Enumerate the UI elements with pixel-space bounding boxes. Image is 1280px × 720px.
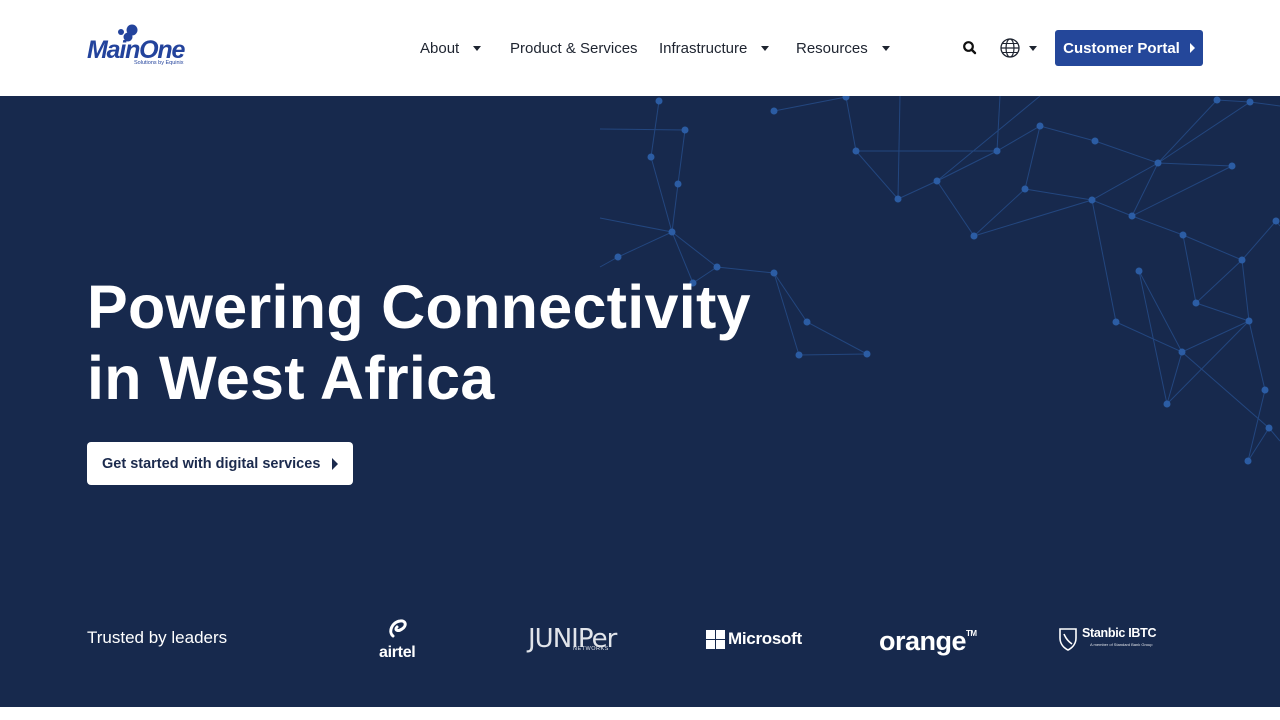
airtel-wordmark: airtel — [379, 644, 416, 661]
nav-item-infrastructure[interactable]: Infrastructure — [659, 0, 770, 96]
stanbic-shield-icon — [1059, 628, 1077, 651]
nav-item-resources[interactable]: Resources — [796, 0, 890, 96]
nav-item-product-services[interactable]: Product & Services — [510, 0, 638, 96]
nav-item-label: About — [420, 39, 460, 57]
search-icon — [963, 41, 977, 55]
microsoft-windows-icon — [706, 629, 725, 649]
stanbic-wordmark: Stanbic IBTC — [1082, 626, 1157, 640]
get-started-button[interactable]: Get started with digital services — [87, 442, 353, 485]
nav-item-label: Resources — [796, 39, 868, 57]
chevron-down-icon — [1029, 45, 1037, 51]
customer-portal-button[interactable]: Customer Portal — [1055, 30, 1203, 66]
hero-title: Powering Connectivity in West Africa — [87, 272, 787, 414]
microsoft-wordmark: Microsoft — [728, 629, 802, 648]
customer-portal-label: Customer Portal — [1063, 39, 1180, 57]
airtel-swirl-icon — [389, 619, 407, 638]
language-selector[interactable] — [999, 36, 1043, 60]
mainone-logo[interactable]: MainOne Solutions by Equinix — [86, 24, 192, 70]
orange-trademark: TM — [966, 629, 977, 638]
chevron-down-icon — [881, 45, 890, 51]
nav-item-label: Infrastructure — [659, 39, 748, 57]
orange-wordmark: orange — [879, 626, 967, 656]
nav-item-about[interactable]: About — [420, 0, 482, 96]
globe-icon — [1000, 38, 1020, 58]
orange-logo: orangeTM — [879, 622, 977, 657]
stanbic-subtitle: A member of Standard Bank Group — [1090, 642, 1153, 647]
caret-right-icon — [1189, 43, 1195, 53]
logo-tagline: Solutions by Equinix — [134, 60, 184, 66]
hero-title-line-2: in West Africa — [87, 344, 495, 412]
airtel-logo: airtel — [372, 618, 422, 662]
juniper-logo: JUNIPer NETWORKS — [528, 624, 623, 656]
stanbic-ibtc-logo: Stanbic IBTC A member of Standard Bank G… — [1058, 626, 1158, 654]
juniper-subtitle: NETWORKS — [573, 646, 609, 652]
trusted-by-label: Trusted by leaders — [87, 628, 228, 647]
microsoft-logo: Microsoft — [706, 629, 802, 649]
chevron-down-icon — [473, 45, 482, 51]
get-started-label: Get started with digital services — [102, 455, 321, 472]
caret-right-icon — [332, 457, 339, 470]
chevron-down-icon — [761, 45, 770, 51]
hero-title-line-1: Powering Connectivity — [87, 273, 751, 341]
page-bottom-edge — [0, 707, 1280, 720]
site-header: MainOne Solutions by Equinix About Produ… — [0, 0, 1280, 96]
nav-item-label: Product & Services — [510, 39, 638, 57]
search-button[interactable] — [961, 39, 979, 57]
